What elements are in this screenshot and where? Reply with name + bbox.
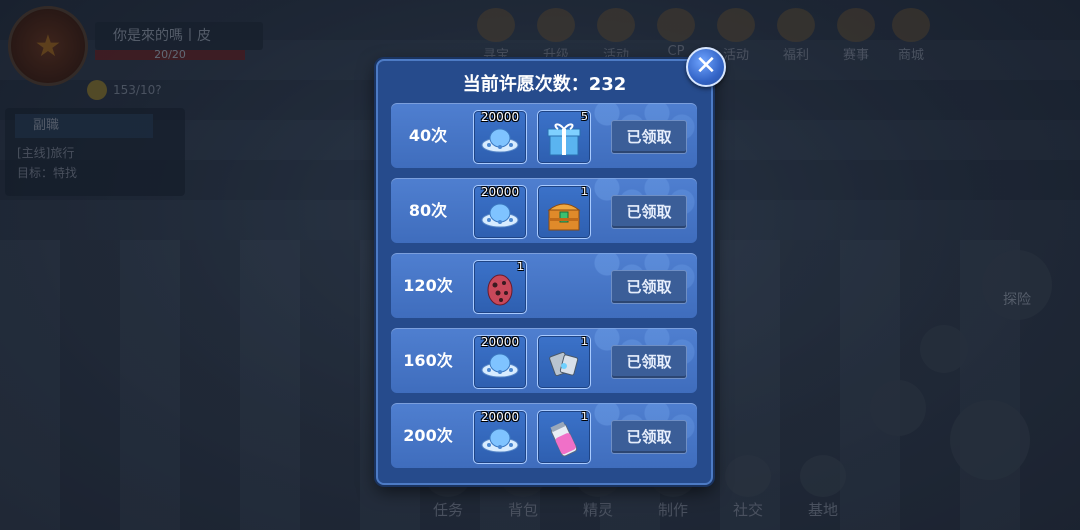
reward-item-slot[interactable]: 1 <box>537 185 591 239</box>
wish-count-label: 120次 <box>403 276 453 295</box>
item-quantity: 1 <box>581 410 588 423</box>
claimed-button[interactable]: 已领取 <box>611 120 687 154</box>
item-quantity: 1 <box>517 260 524 273</box>
ufo-currency-icon <box>481 353 519 378</box>
wish-count-label: 200次 <box>403 426 453 445</box>
spotted-egg-icon <box>487 274 513 306</box>
reward-row: 40次 20000 5 已领取 <box>391 103 697 168</box>
claimed-button[interactable]: 已领取 <box>611 195 687 229</box>
claimed-button[interactable]: 已领取 <box>611 420 687 454</box>
reward-item-slot[interactable]: 1 <box>537 410 591 464</box>
treasure-chest-icon <box>547 203 581 231</box>
potion-vial-icon <box>550 421 578 457</box>
reward-item-slot[interactable]: 20000 <box>473 110 527 164</box>
reward-item-slot[interactable]: 20000 <box>473 185 527 239</box>
close-icon: ✕ <box>695 51 717 81</box>
item-quantity: 5 <box>581 110 588 123</box>
claimed-button[interactable]: 已领取 <box>611 345 687 379</box>
reward-item-slot[interactable]: 5 <box>537 110 591 164</box>
item-quantity: 20000 <box>480 110 520 124</box>
item-quantity: 20000 <box>480 410 520 424</box>
reward-item-slot[interactable]: 1 <box>473 260 527 314</box>
blue-gift-box-icon <box>547 123 581 156</box>
wish-reward-dialog: 当前许愿次数：232 ✕ 40次 20000 5 已领取 80次 20000 1… <box>376 47 726 485</box>
close-button[interactable]: ✕ <box>686 47 726 87</box>
reward-row: 120次 1 已领取 <box>391 253 697 318</box>
metal-part-icon <box>549 351 579 377</box>
wish-count-label: 40次 <box>408 126 448 145</box>
reward-row: 80次 20000 1 已领取 <box>391 178 697 243</box>
reward-row: 200次 20000 1 已领取 <box>391 403 697 468</box>
dialog-title: 当前许愿次数：232 <box>462 74 627 95</box>
claimed-button[interactable]: 已领取 <box>611 270 687 304</box>
item-quantity: 20000 <box>480 335 520 349</box>
item-quantity: 1 <box>581 335 588 348</box>
ufo-currency-icon <box>481 128 519 153</box>
item-quantity: 20000 <box>480 185 520 199</box>
reward-row: 160次 20000 1 已领取 <box>391 328 697 393</box>
wish-count-label: 160次 <box>403 351 453 370</box>
wish-count-label: 80次 <box>408 201 448 220</box>
reward-item-slot[interactable]: 20000 <box>473 335 527 389</box>
item-quantity: 1 <box>581 185 588 198</box>
ufo-currency-icon <box>481 203 519 228</box>
reward-item-slot[interactable]: 1 <box>537 335 591 389</box>
reward-item-slot[interactable]: 20000 <box>473 410 527 464</box>
ufo-currency-icon <box>481 428 519 453</box>
